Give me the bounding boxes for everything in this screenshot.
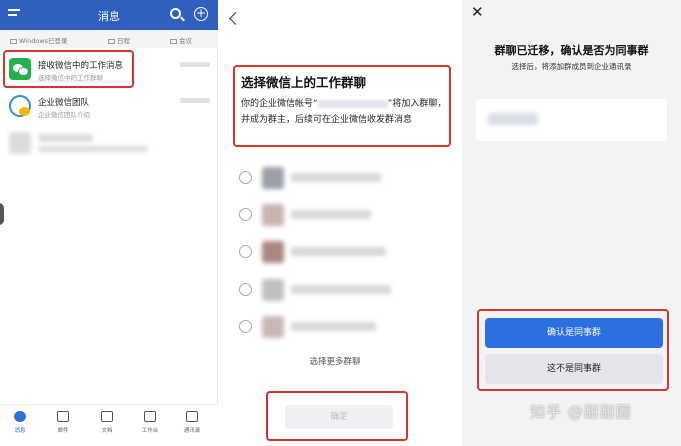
highlight-box-wechat-row [3, 50, 134, 88]
contacts-icon [186, 411, 198, 422]
list-item-desc: 企业微信团队介绍 [38, 111, 90, 119]
document-icon [101, 411, 113, 422]
messages-panel: 消息 + Windows已登录 日程 会议 接收微信中的工作消息 选择微信中的工… [0, 0, 218, 446]
group-option[interactable] [239, 316, 439, 338]
grid-icon [144, 411, 156, 422]
calendar-icon [108, 39, 115, 44]
wecom-team-avatar [9, 95, 31, 117]
search-icon[interactable] [170, 8, 181, 19]
tab-mail[interactable]: 邮件 [43, 411, 83, 434]
blurred-group-avatar [262, 279, 284, 301]
header-title: 消息 [98, 10, 120, 23]
list-item-wecom-team[interactable]: 企业微信团队 企业微信团队介绍 [0, 90, 218, 126]
blurred-name [38, 134, 93, 142]
screenshot-root: 消息 + Windows已登录 日程 会议 接收微信中的工作消息 选择微信中的工… [0, 0, 681, 446]
windows-login-status[interactable]: Windows已登录 [10, 35, 68, 45]
chat-icon [14, 411, 26, 422]
radio-button[interactable] [239, 283, 252, 296]
radio-button[interactable] [239, 171, 252, 184]
list-item-time [180, 62, 210, 67]
meeting-link[interactable]: 会议 [170, 35, 192, 45]
tab-docs[interactable]: 文档 [87, 411, 127, 434]
messages-header: 消息 + [0, 0, 218, 30]
blurred-avatar [9, 132, 31, 154]
dialog-subtitle: 选择后，将添加群成员到企业通讯录 [511, 62, 632, 71]
edge-handle [0, 203, 4, 225]
close-icon[interactable]: ✕ [471, 3, 484, 21]
highlight-box-confirm [266, 391, 408, 441]
group-option[interactable] [239, 204, 439, 226]
blurred-group-name [291, 173, 381, 182]
meeting-icon [170, 39, 177, 44]
group-card [476, 99, 667, 141]
blurred-group-name [291, 210, 371, 219]
calendar-link[interactable]: 日程 [108, 35, 130, 45]
blurred-group-name [291, 247, 386, 256]
dialog-title: 群聊已迁移，确认是否为同事群 [494, 44, 649, 57]
radio-button[interactable] [239, 320, 252, 333]
tab-contacts[interactable]: 通讯录 [172, 411, 212, 434]
group-option[interactable] [239, 279, 439, 301]
list-item-time [180, 98, 210, 103]
blurred-preview [38, 146, 148, 152]
blurred-group-info [488, 113, 538, 125]
radio-button[interactable] [239, 245, 252, 258]
tab-workbench[interactable]: 工作台 [130, 411, 170, 434]
highlight-box-buttons [477, 309, 669, 391]
choose-groups-panel: 选择微信上的工作群聊 你的企业微信帐号“ ”将加入群聊，并成为群主，后续可在企业微… [219, 0, 451, 446]
blurred-group-name [291, 285, 391, 294]
status-bar: Windows已登录 日程 会议 [0, 30, 218, 48]
watermark: 知乎 @甜甜圈 [530, 403, 632, 421]
monitor-icon [10, 39, 17, 44]
blurred-group-avatar [262, 316, 284, 338]
radio-button[interactable] [239, 208, 252, 221]
tab-messages[interactable]: 消息 [0, 411, 40, 434]
add-icon[interactable]: + [194, 7, 208, 21]
confirm-colleague-panel: ✕ 群聊已迁移，确认是否为同事群 选择后，将添加群成员到企业通讯录 确认是同事群… [462, 0, 681, 446]
blurred-group-avatar [262, 167, 284, 189]
back-arrow-icon[interactable] [229, 12, 242, 25]
group-option[interactable] [239, 167, 439, 189]
select-more-link[interactable]: 选择更多群聊 [219, 355, 451, 367]
highlight-box-heading [233, 65, 451, 147]
blurred-group-avatar [262, 204, 284, 226]
blurred-group-avatar [262, 241, 284, 263]
group-option[interactable] [239, 241, 439, 263]
bottom-tab-bar: 消息 邮件 文档 工作台 通讯录 [0, 404, 218, 446]
list-item-blurred[interactable] [0, 128, 218, 160]
mail-icon [57, 411, 69, 422]
list-item-name: 企业微信团队 [38, 98, 90, 108]
blurred-group-name [291, 322, 376, 331]
